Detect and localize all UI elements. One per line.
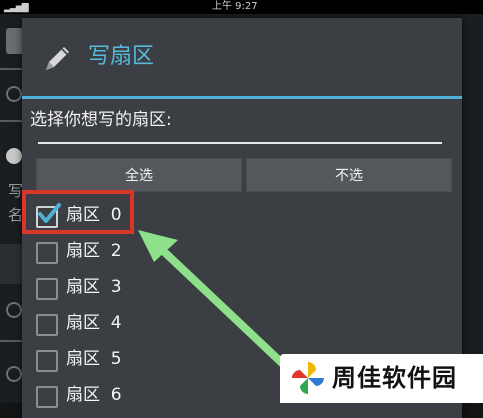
- dialog-title: 写扇区: [88, 44, 155, 69]
- select-all-button[interactable]: 全选: [36, 158, 242, 192]
- background-radio: [6, 86, 22, 102]
- watermark: 周佳软件园: [280, 354, 483, 403]
- sector-checkbox-3[interactable]: [36, 278, 58, 300]
- background-divider: [0, 340, 22, 342]
- background-text-line1: 写: [8, 182, 24, 200]
- sector-checkbox-2[interactable]: [36, 242, 58, 264]
- sector-input[interactable]: [38, 132, 442, 144]
- sector-item-3[interactable]: 扇区 3: [36, 270, 296, 306]
- sector-label-4: 扇区 4: [66, 313, 122, 333]
- sector-checkbox-4[interactable]: [36, 314, 58, 336]
- background-radio: [6, 302, 22, 318]
- sector-item-4[interactable]: 扇区 4: [36, 306, 296, 342]
- sector-item-6[interactable]: 扇区 6: [36, 378, 296, 414]
- background-divider: [0, 68, 22, 70]
- highlight-box: [22, 190, 134, 234]
- title-divider: [22, 96, 462, 99]
- status-bar: ▂▃▅▇ 上午 9:27: [0, 0, 483, 14]
- sector-item-2[interactable]: 扇区 2: [36, 234, 296, 270]
- status-time: 上午 9:27: [212, 1, 258, 12]
- watermark-text: 周佳软件园: [332, 364, 457, 392]
- background-radio: [6, 366, 22, 382]
- sector-label-2: 扇区 2: [66, 241, 122, 261]
- sector-checkbox-6[interactable]: [36, 386, 58, 408]
- sector-label-5: 扇区 5: [66, 349, 122, 369]
- sector-label-3: 扇区 3: [66, 277, 122, 297]
- sector-checkbox-5[interactable]: [36, 350, 58, 372]
- pencil-icon: [46, 47, 69, 70]
- signal-icon: ▂▃▅▇: [4, 3, 29, 13]
- background-radio-selected: [6, 148, 22, 164]
- sector-label-6: 扇区 6: [66, 385, 122, 405]
- background-divider: [0, 120, 22, 122]
- background-block: [0, 244, 22, 284]
- sector-item-5[interactable]: 扇区 5: [36, 342, 296, 378]
- dialog-header: 写扇区: [22, 18, 462, 98]
- select-none-button[interactable]: 不选: [246, 158, 452, 192]
- sector-prompt: 选择你想写的扇区:: [30, 110, 172, 130]
- pinwheel-logo-icon: [292, 362, 324, 394]
- background-text-line2: 名: [8, 206, 24, 224]
